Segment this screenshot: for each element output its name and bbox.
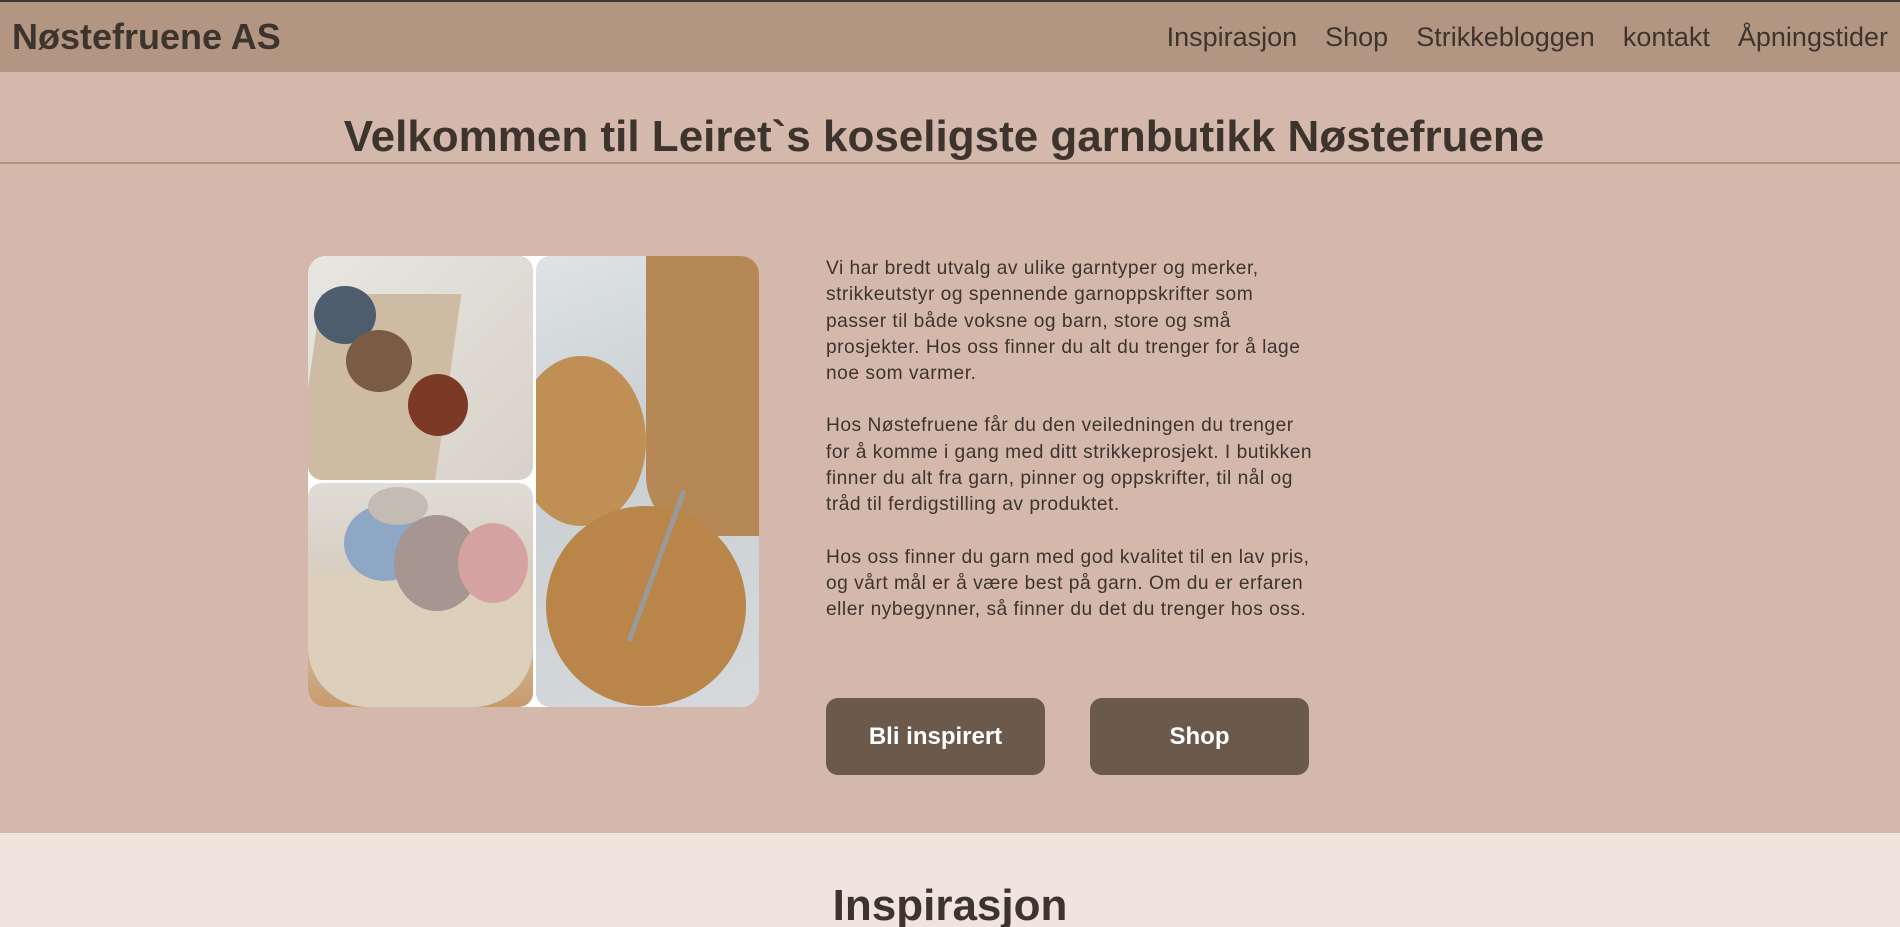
intro-paragraph-3: Hos oss finner du garn med god kvalitet … (826, 546, 1310, 621)
yarn-ball-caramel-2 (546, 506, 746, 706)
welcome-heading: Velkommen til Leiret`s koseligste garnbu… (0, 112, 1900, 162)
inspiration-heading: Inspirasjon (832, 881, 1068, 927)
knitted-fabric-shape (646, 256, 759, 536)
nav-item-shop[interactable]: Shop (1325, 22, 1388, 53)
site-header: Nøstefruene AS Inspirasjon Shop Strikkeb… (0, 2, 1900, 72)
heading-divider (0, 162, 1900, 164)
intro-text: Vi har bredt utvalg av ulike garntyper o… (826, 256, 1316, 650)
yarn-photo-knitting (536, 256, 759, 707)
intro-paragraph-2: Hos Nøstefruene får du den veiledningen … (826, 415, 1313, 516)
inspiration-section: Inspirasjon (0, 833, 1900, 927)
nav-item-strikkebloggen[interactable]: Strikkebloggen (1416, 22, 1595, 53)
yarn-photo-bag (308, 256, 533, 480)
shop-button[interactable]: Shop (1090, 698, 1309, 775)
yarn-photo-collage (308, 256, 759, 707)
main-nav: Inspirasjon Shop Strikkebloggen kontakt … (1167, 22, 1888, 53)
yarn-ball-brown (346, 330, 412, 392)
yarn-ball-grey (368, 487, 428, 525)
yarn-ball-pink (458, 523, 528, 603)
nav-item-kontakt[interactable]: kontakt (1623, 22, 1710, 53)
intro-paragraph-1: Vi har bredt utvalg av ulike garntyper o… (826, 258, 1301, 385)
get-inspired-button[interactable]: Bli inspirert (826, 698, 1045, 775)
welcome-heading-text: Velkommen til Leiret`s koseligste garnbu… (343, 112, 1545, 161)
yarn-ball-rust (408, 374, 468, 436)
yarn-photo-basket (308, 483, 533, 707)
nav-item-apningstider[interactable]: Åpningstider (1738, 22, 1888, 53)
nav-item-inspirasjon[interactable]: Inspirasjon (1167, 22, 1298, 53)
yarn-ball-caramel-1 (536, 356, 646, 526)
site-logo[interactable]: Nøstefruene AS (12, 16, 281, 58)
